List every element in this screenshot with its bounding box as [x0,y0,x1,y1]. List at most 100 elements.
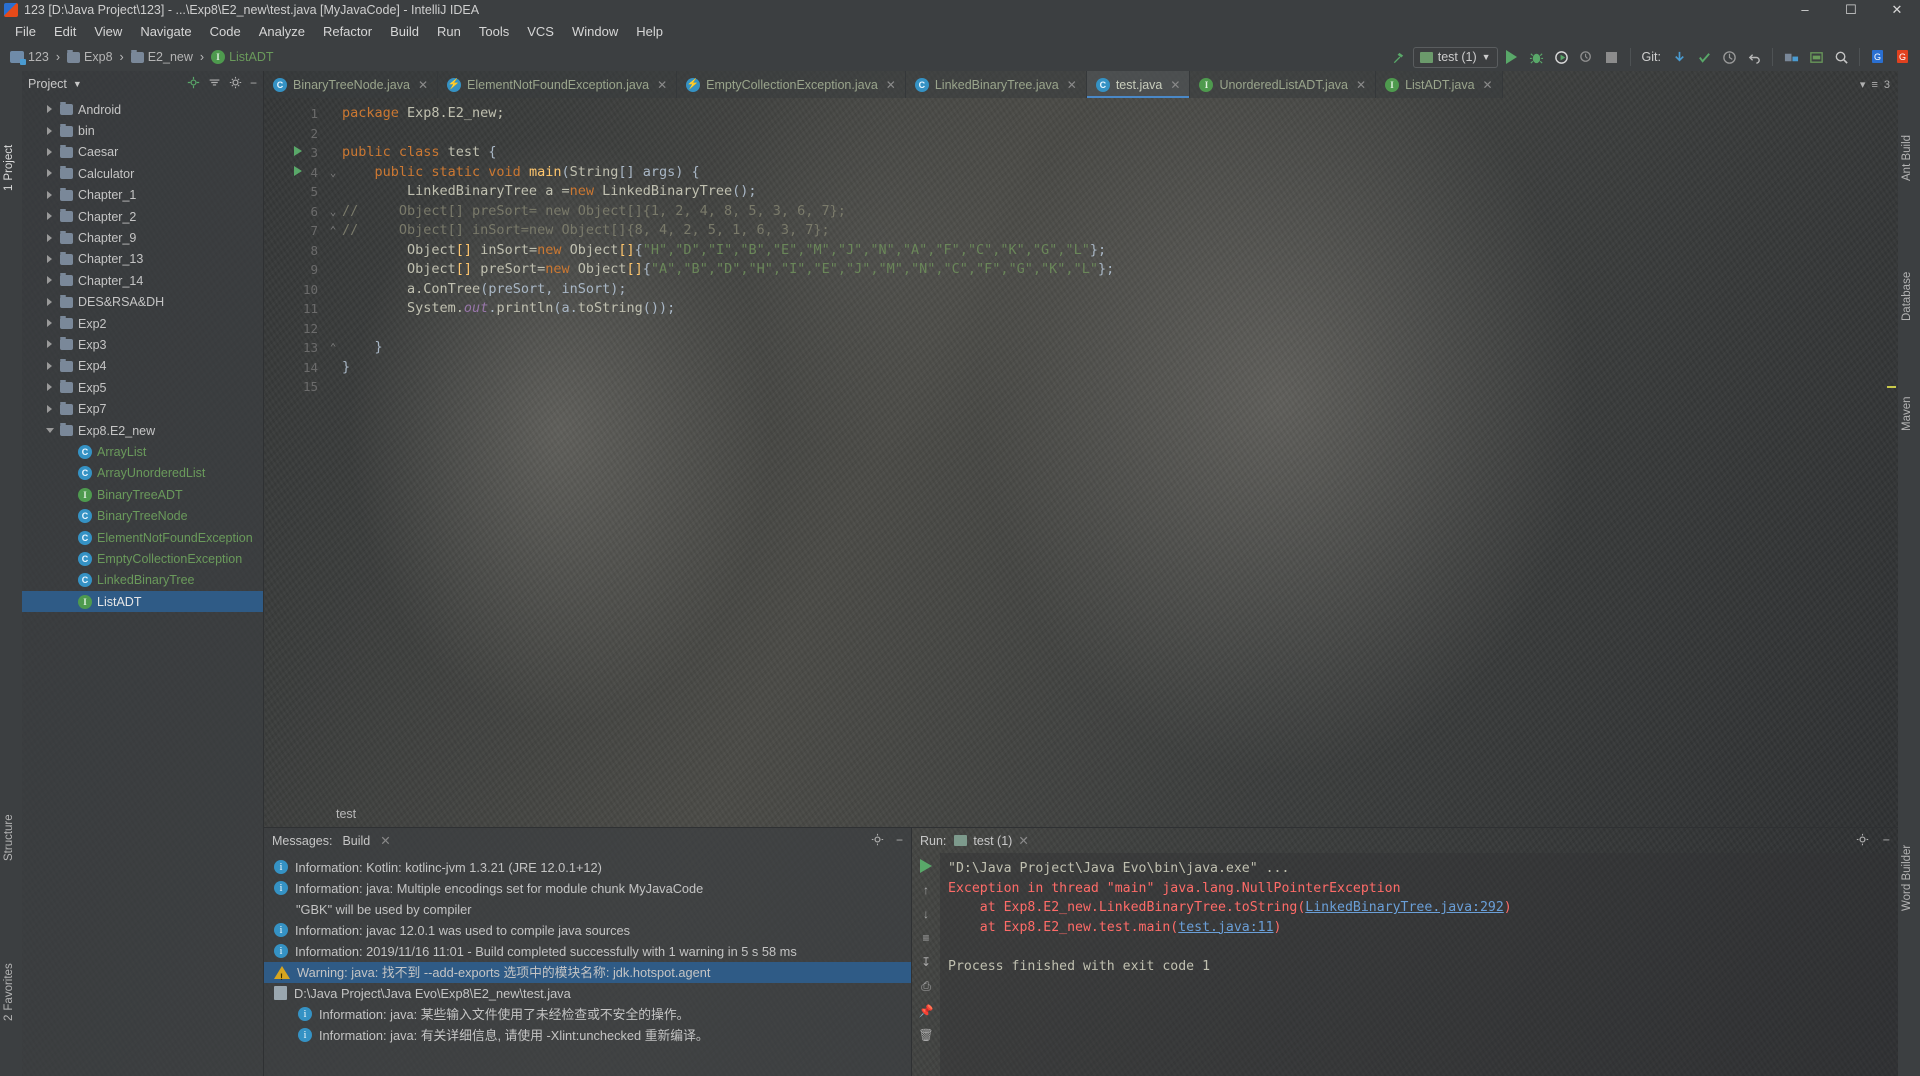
gear-icon[interactable] [1856,833,1869,849]
code-line[interactable]: public static void main(String[] args) { [342,163,1884,183]
project-tree-item[interactable]: Exp8.E2_new [22,420,263,441]
project-tree-item[interactable]: Exp2 [22,313,263,334]
message-row[interactable]: i Information: javac 12.0.1 was used to c… [264,920,911,941]
minimize-button[interactable]: – [1782,0,1828,19]
message-row[interactable]: i Information: 2019/11/16 11:01 - Build c… [264,941,911,962]
code-line[interactable]: // Object[] inSort=new Object[]{8, 4, 2,… [342,221,1884,241]
chevron-right-icon[interactable] [46,361,55,371]
hide-panel-icon[interactable]: − [250,76,257,92]
settings-window-icon[interactable] [1805,46,1827,68]
up-stack-icon[interactable]: ↑ [923,883,929,897]
editor-tab[interactable]: ⚡ ElementNotFoundException.java ✕ [438,71,678,98]
line-number[interactable]: 11 [264,299,324,319]
line-number[interactable]: 15 [264,377,324,397]
messages-panel[interactable]: Messages: Build ✕ − i Information: Kotlin… [264,828,912,1076]
hide-panel-icon[interactable]: − [1883,833,1890,849]
menu-item-edit[interactable]: Edit [45,22,85,41]
close-icon[interactable]: ✕ [418,78,428,92]
tool-window-tab-maven[interactable]: Maven [1901,396,1913,431]
code-line[interactable] [342,124,1884,144]
error-marker[interactable] [1887,386,1896,388]
messages-tab-build[interactable]: Build [342,834,370,848]
messages-list[interactable]: i Information: Kotlin: kotlinc-jvm 1.3.21… [264,853,911,1076]
chevron-right-icon[interactable] [46,404,55,414]
fold-marker-gutter[interactable]: ⌄ ⌄ ⌃ ⌃ [324,98,342,801]
menu-item-run[interactable]: Run [428,22,470,41]
menu-item-analyze[interactable]: Analyze [250,22,314,41]
run-configuration-selector[interactable]: test (1) ▼ [1412,46,1498,68]
project-tree-item[interactable]: bin [22,120,263,141]
line-number[interactable]: 7 [264,221,324,241]
project-tree-item[interactable]: Exp7 [22,398,263,419]
menu-item-file[interactable]: File [6,22,45,41]
debug-button[interactable] [1526,46,1548,68]
pdf-tool-icon[interactable]: G [1892,46,1914,68]
code-editor[interactable]: 1 2 3 4 5 6 7 8 9 10 11 12 13 14 15 ⌄ ⌄ ⌃ ⌃ package Exp8.… [264,98,1898,801]
breadcrumb-e2new[interactable]: E2_new [127,49,197,65]
chevron-right-icon[interactable] [46,297,55,307]
run-tab-test[interactable]: test (1) ✕ [954,833,1029,848]
project-tree-item[interactable]: C ArrayUnorderedList [22,463,263,484]
maximize-button[interactable]: ☐ [1828,0,1874,19]
navigation-toolbar[interactable]: 123 › Exp8 › E2_new › I ListADT test (1)… [0,43,1920,71]
chevron-right-icon[interactable] [64,490,73,499]
project-tree-item[interactable]: Exp4 [22,356,263,377]
trash-icon[interactable]: 🗑 [918,1028,933,1042]
editor-marker-bar[interactable] [1884,98,1898,801]
code-line[interactable]: Object[] inSort=new Object[]{"H","D","I"… [342,241,1884,261]
scroll-to-end-icon[interactable]: ↧ [921,955,931,969]
line-number[interactable]: 4 [264,163,324,183]
code-line[interactable] [342,377,1884,397]
code-line[interactable]: a.ConTree(preSort, inSort); [342,280,1884,300]
project-tree-item[interactable]: DES&RSA&DH [22,292,263,313]
message-row[interactable]: "GBK" will be used by compiler [264,899,911,920]
line-number[interactable]: 2 [264,124,324,144]
chevron-down-icon[interactable]: ▼ [1482,52,1491,62]
close-icon[interactable]: ✕ [380,833,390,848]
editor-breadcrumb[interactable]: test [264,801,1898,827]
tool-window-tab-project[interactable]: 1 Project [3,145,15,191]
fold-marker-icon[interactable]: ⌃ [324,221,342,241]
chevron-right-icon[interactable] [46,126,55,136]
git-rollback-icon[interactable] [1743,46,1765,68]
code-line[interactable]: package Exp8.E2_new; [342,104,1884,124]
chevron-right-icon[interactable] [64,447,73,456]
line-number[interactable]: 6 [264,202,324,222]
message-row[interactable]: Warning: java: 找不到 --add-exports 选项中的模块名… [264,962,911,986]
code-text[interactable]: package Exp8.E2_new; public class test { … [342,98,1884,801]
line-number[interactable]: 9 [264,260,324,280]
code-line[interactable]: public class test { [342,143,1884,163]
project-tree-item[interactable]: Chapter_14 [22,270,263,291]
project-tree[interactable]: Android bin Caesar Calculator Chapter_1 Chapt… [22,97,263,1076]
close-icon[interactable]: ✕ [1356,78,1366,92]
chevron-down-icon[interactable]: ▾ [1860,78,1866,91]
chevron-right-icon[interactable] [46,105,55,114]
chevron-right-icon[interactable] [46,147,55,157]
code-line[interactable]: // Object[] preSort= new Object[]{1, 2, … [342,202,1884,222]
fold-marker-icon[interactable]: ⌄ [324,202,342,222]
fold-marker-icon[interactable]: ⌄ [324,163,342,183]
close-icon[interactable]: ✕ [1483,78,1493,92]
chevron-right-icon[interactable] [64,512,73,521]
code-line[interactable]: } [342,338,1884,358]
chevron-right-icon[interactable] [64,469,73,478]
breadcrumb-project[interactable]: 123 [6,49,53,65]
chevron-right-icon[interactable] [64,554,73,563]
menu-item-build[interactable]: Build [381,22,428,41]
project-tree-item[interactable]: Caesar [22,142,263,163]
tool-window-tab-database[interactable]: Database [1901,272,1913,321]
run-gutter-icon[interactable] [294,165,302,176]
window-controls[interactable]: – ☐ ✕ [1782,0,1920,19]
tool-window-tab-structure[interactable]: Structure [3,814,15,861]
chevron-right-icon[interactable] [46,340,55,349]
chevron-right-icon[interactable] [64,597,73,606]
stack-trace-link[interactable]: test.java:11 [1178,920,1273,935]
left-tool-strip[interactable]: 1 Project Structure 2 Favorites [0,71,22,1076]
locate-icon[interactable] [187,76,200,92]
editor-tab-overflow[interactable]: ▾ ≡ 3 [1852,71,1898,98]
collapse-all-icon[interactable] [208,76,221,92]
project-tree-item[interactable]: C ArrayList [22,441,263,462]
chevron-right-icon[interactable] [46,383,55,392]
editor-tab[interactable]: I UnorderedListADT.java ✕ [1190,71,1377,98]
console-output[interactable]: "D:\Java Project\Java Evo\bin\java.exe" … [940,853,1898,1076]
